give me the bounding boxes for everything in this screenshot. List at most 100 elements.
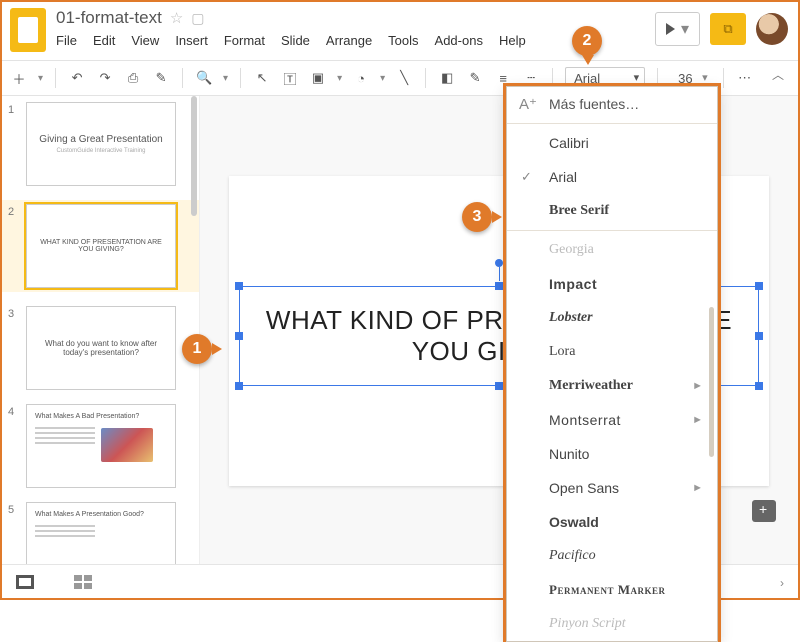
- thumb-number: 5: [8, 502, 20, 564]
- menu-insert[interactable]: Insert: [175, 33, 208, 48]
- add-comment-button[interactable]: [752, 500, 776, 522]
- more-button[interactable]: ⋯: [736, 70, 754, 86]
- font-item-bree-serif[interactable]: Bree Serif: [507, 194, 717, 228]
- border-weight-button[interactable]: ≡: [494, 71, 512, 86]
- font-item-impact[interactable]: Impact: [507, 267, 717, 301]
- slide-thumb-2[interactable]: WHAT KIND OF PRESENTATION ARE YOU GIVING…: [26, 204, 176, 288]
- folder-icon[interactable]: ▢: [191, 10, 204, 27]
- grid-view-icon[interactable]: [74, 575, 92, 589]
- app-icon[interactable]: [10, 8, 46, 52]
- font-family-dropdown: A⁺ Más fuentes… Calibri ✓ Arial Bree Serif G…: [506, 86, 718, 642]
- play-icon: [666, 23, 675, 35]
- slide-thumb-1[interactable]: Giving a Great Presentation CustomGuide …: [26, 102, 176, 186]
- font-item-label: Merriweather: [549, 378, 633, 394]
- font-item-calibri[interactable]: Calibri: [507, 126, 717, 160]
- font-item-label: Lobster: [549, 310, 593, 326]
- thumb-image-icon: [101, 428, 153, 462]
- font-item-label: Nunito: [549, 446, 589, 462]
- border-color-button[interactable]: ✎: [466, 70, 484, 86]
- font-item-montserrat[interactable]: Montserrat ►: [507, 403, 717, 437]
- font-item-label: Permanent Marker: [549, 582, 665, 598]
- resize-handle[interactable]: [235, 382, 243, 390]
- resize-handle[interactable]: [755, 332, 763, 340]
- star-icon[interactable]: ☆: [170, 9, 183, 27]
- menu-slide[interactable]: Slide: [281, 33, 310, 48]
- resize-handle[interactable]: [495, 282, 503, 290]
- check-icon: ✓: [521, 169, 532, 185]
- paint-format-button[interactable]: ✎: [152, 70, 170, 86]
- collapse-toolbar-icon[interactable]: ︿: [772, 66, 784, 83]
- menu-format[interactable]: Format: [224, 33, 265, 48]
- thumb-number: 2: [8, 204, 20, 288]
- callout-2: 2: [572, 26, 602, 56]
- menu-edit[interactable]: Edit: [93, 33, 115, 48]
- menu-bar: File Edit View Insert Format Slide Arran…: [56, 33, 655, 48]
- undo-button[interactable]: ↶: [68, 70, 86, 86]
- redo-button[interactable]: ↷: [96, 70, 114, 86]
- font-item-open-sans[interactable]: Open Sans►: [507, 471, 717, 505]
- font-item-label: Calibri: [549, 135, 589, 151]
- font-item-label: Bree Serif: [549, 203, 609, 219]
- present-button[interactable]: ▾: [655, 12, 700, 46]
- font-item-label: Pinyon Script: [549, 616, 626, 632]
- slide-panel: 1 Giving a Great Presentation CustomGuid…: [2, 96, 200, 564]
- resize-handle[interactable]: [755, 382, 763, 390]
- resize-handle[interactable]: [495, 382, 503, 390]
- callout-1: 1: [182, 334, 212, 364]
- thumb-scrollbar[interactable]: [191, 96, 197, 216]
- font-item-oswald[interactable]: Oswald: [507, 505, 717, 539]
- font-item-lora[interactable]: Lora: [507, 335, 717, 369]
- menu-help[interactable]: Help: [499, 33, 526, 48]
- submenu-arrow-icon: ►: [692, 380, 703, 392]
- dropdown-scrollbar[interactable]: [709, 307, 714, 457]
- menu-view[interactable]: View: [131, 33, 159, 48]
- slide-thumb-4[interactable]: What Makes A Bad Presentation?: [26, 404, 176, 488]
- font-item-arial[interactable]: ✓ Arial: [507, 160, 717, 194]
- horiz-scroll-right[interactable]: ›: [780, 576, 784, 590]
- fill-color-button[interactable]: ◧: [438, 70, 456, 86]
- font-item-label: Oswald: [549, 514, 599, 530]
- callout-3: 3: [462, 202, 492, 232]
- shape-tool[interactable]: ◔: [352, 71, 370, 86]
- share-button[interactable]: ⧉: [710, 13, 746, 45]
- filmstrip-view-icon[interactable]: [16, 575, 34, 589]
- font-item-pacifico[interactable]: Pacifico: [507, 539, 717, 573]
- image-tool[interactable]: ▣: [309, 70, 327, 86]
- font-item-georgia[interactable]: Georgia: [507, 233, 717, 267]
- menu-file[interactable]: File: [56, 33, 77, 48]
- border-dash-button[interactable]: ┄: [522, 70, 540, 86]
- font-item-label: Open Sans: [549, 480, 619, 496]
- resize-handle[interactable]: [235, 282, 243, 290]
- font-item-label: Arial: [549, 169, 577, 185]
- zoom-button[interactable]: 🔍: [195, 70, 213, 86]
- select-tool[interactable]: ↖: [253, 70, 271, 86]
- more-fonts-item[interactable]: A⁺ Más fuentes…: [507, 87, 717, 121]
- new-slide-button[interactable]: ＋: [10, 69, 28, 88]
- menu-addons[interactable]: Add-ons: [435, 33, 483, 48]
- font-item-label: Impact: [549, 276, 597, 292]
- submenu-arrow-icon: ►: [692, 414, 703, 426]
- font-item-label: Pacifico: [549, 548, 596, 564]
- font-item-permanent-marker[interactable]: Permanent Marker: [507, 573, 717, 607]
- textbox-tool[interactable]: 🅃: [281, 69, 299, 88]
- font-item-merriweather[interactable]: Merriweather ►: [507, 369, 717, 403]
- slide-thumb-3[interactable]: What do you want to know after today's p…: [26, 306, 176, 390]
- thumb-number: 4: [8, 404, 20, 488]
- font-item-lobster[interactable]: Lobster: [507, 301, 717, 335]
- menu-arrange[interactable]: Arrange: [326, 33, 372, 48]
- avatar[interactable]: [756, 13, 788, 45]
- thumb-number: 3: [8, 306, 20, 390]
- rotate-handle[interactable]: [499, 267, 500, 281]
- resize-handle[interactable]: [755, 282, 763, 290]
- font-item-label: Montserrat: [549, 412, 621, 428]
- resize-handle[interactable]: [235, 332, 243, 340]
- thumb-number: 1: [8, 102, 20, 186]
- print-button[interactable]: ⎙: [124, 70, 142, 86]
- line-tool[interactable]: ╲: [395, 70, 413, 86]
- font-item-pinyon-script[interactable]: Pinyon Script: [507, 607, 717, 641]
- slide-thumb-5[interactable]: What Makes A Presentation Good?: [26, 502, 176, 564]
- menu-tools[interactable]: Tools: [388, 33, 418, 48]
- font-item-label: Georgia: [549, 242, 594, 258]
- document-title[interactable]: 01-format-text: [56, 8, 162, 28]
- font-item-nunito[interactable]: Nunito: [507, 437, 717, 471]
